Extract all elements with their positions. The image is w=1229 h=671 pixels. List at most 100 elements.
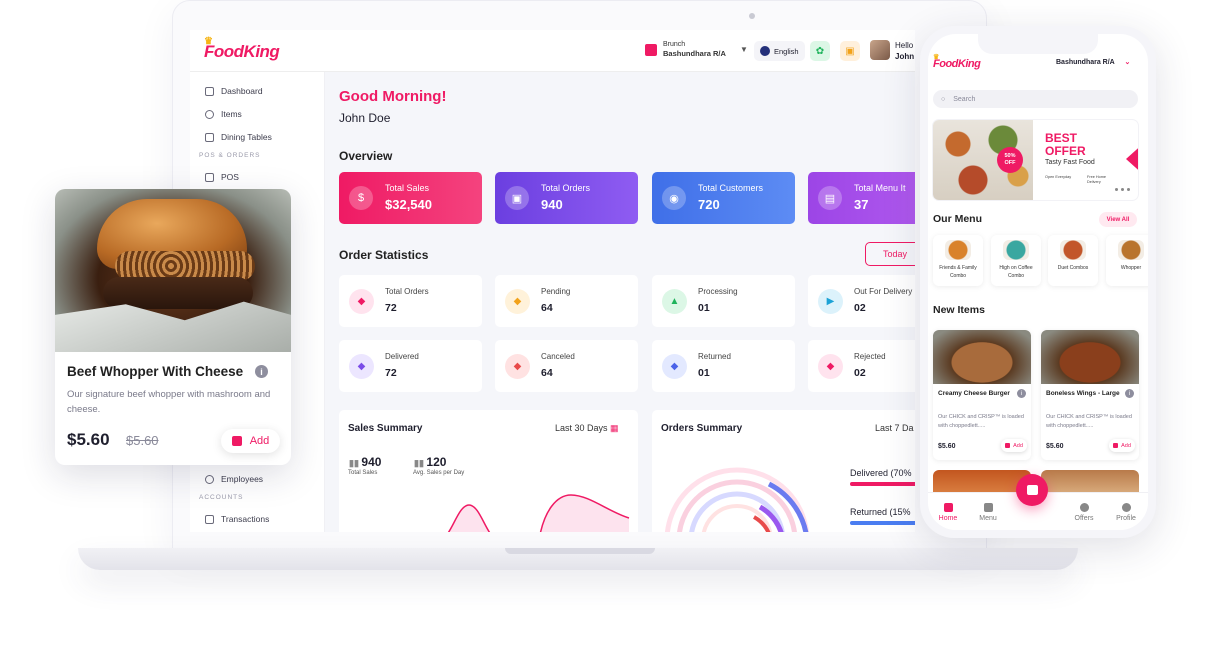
pos-icon xyxy=(205,172,214,182)
product-card[interactable]: Beef Whopper With Cheese i Our signature… xyxy=(55,189,291,465)
stat-value: 72 xyxy=(385,367,397,379)
overview-total-menu[interactable]: ▤ Total Menu It 37 xyxy=(808,172,915,224)
sidebar-item-items[interactable]: Items xyxy=(205,109,242,119)
info-icon[interactable]: i xyxy=(255,365,268,378)
returned-bar xyxy=(850,521,915,525)
greeting: Good Morning! xyxy=(339,88,447,105)
returned-legend: Returned (15% xyxy=(850,507,911,517)
order-stat-card[interactable]: ▶ Out For Delivery 02 xyxy=(808,275,915,327)
menu-category-tile[interactable]: Duet Combos xyxy=(1048,235,1098,286)
sidebar-item-pos[interactable]: POS xyxy=(205,172,239,182)
sidebar-item-dining-tables[interactable]: Dining Tables xyxy=(205,132,272,142)
item-description: Our CHICK and CRISP™ is loaded with chop… xyxy=(1046,414,1132,429)
section-accounts: ACCOUNTS xyxy=(199,494,244,501)
delivered-legend: Delivered (70% xyxy=(850,468,912,478)
menu-category-tile[interactable]: High on Coffee Combo xyxy=(991,235,1041,286)
stat-label: Canceled xyxy=(541,352,575,361)
store-icon xyxy=(645,43,657,56)
order-stat-card[interactable]: ◆ Pending 64 xyxy=(495,275,638,327)
card-label: Total Sales xyxy=(385,183,430,193)
sales-range-selector[interactable]: Last 30 Days ▦ xyxy=(555,423,619,434)
add-to-cart-button[interactable]: Add xyxy=(221,429,280,453)
marketing-stage: ♛ FoodKing Brunch Bashundhara R/A ▼ Engli… xyxy=(0,0,1229,671)
category-image xyxy=(1003,240,1029,260)
phone-frame: ♛ FoodKing Bashundhara R/A ⌄ ○ Search 50%… xyxy=(920,26,1156,538)
tab-menu[interactable]: Menu xyxy=(968,503,1008,522)
sidebar-item-employees[interactable]: Employees xyxy=(205,474,263,484)
menu-category-tile[interactable]: Whopper xyxy=(1106,235,1148,286)
order-stat-card[interactable]: ◆ Total Orders 72 xyxy=(339,275,482,327)
order-stat-card[interactable]: ◆ Delivered 72 xyxy=(339,340,482,392)
language-selector[interactable]: English xyxy=(754,41,805,61)
menu-category-tile[interactable]: Friends & Family Combo xyxy=(933,235,983,286)
pos-shortcut-icon[interactable]: ✿ xyxy=(810,41,830,61)
stat-icon: ◆ xyxy=(818,354,843,379)
offer-banner[interactable]: 50% OFF BEST OFFER Tasty Fast Food Open Ev… xyxy=(933,120,1138,200)
stat-label: Out For Delivery xyxy=(854,287,913,296)
order-stat-card[interactable]: ◆ Canceled 64 xyxy=(495,340,638,392)
bag-icon xyxy=(1005,443,1011,448)
menu-doc-icon: ▤ xyxy=(818,186,842,210)
mobile-branch-selector[interactable]: Bashundhara R/A ⌄ xyxy=(1056,58,1130,66)
phone-notch xyxy=(978,34,1098,54)
stat-icon: ◆ xyxy=(349,354,374,379)
sidebar-item-transactions[interactable]: Transactions xyxy=(205,514,269,524)
info-icon[interactable]: i xyxy=(1125,389,1134,398)
item-add-button[interactable]: Add xyxy=(1001,439,1027,452)
tab-offers[interactable]: Offers xyxy=(1064,503,1104,522)
orders-range-selector[interactable]: Last 7 Da xyxy=(875,423,914,433)
search-input[interactable]: ○ Search xyxy=(933,90,1138,108)
new-item-card[interactable]: Boneless Wings - Large i Our CHICK and CRI… xyxy=(1041,330,1139,460)
stat-icon: ▲ xyxy=(662,289,687,314)
laptop-notch xyxy=(505,548,655,554)
stat-value: 01 xyxy=(698,367,710,379)
stat-value: 02 xyxy=(854,302,866,314)
view-all-button[interactable]: View All xyxy=(1099,212,1137,227)
bag-icon xyxy=(1026,485,1038,495)
transactions-icon xyxy=(205,514,214,524)
items-icon xyxy=(205,109,214,119)
user-icon xyxy=(205,474,214,484)
category-image xyxy=(1060,240,1086,260)
mobile-brand-logo[interactable]: ♛ FoodKing xyxy=(933,54,981,70)
card-value: 940 xyxy=(541,197,563,212)
main-content: Good Morning! John Doe Overview $ Total … xyxy=(325,72,915,532)
banner-next-arrow[interactable] xyxy=(1126,141,1138,177)
banner-subtitle: Tasty Fast Food xyxy=(1045,159,1095,166)
overview-title: Overview xyxy=(339,149,393,163)
today-filter-button[interactable]: Today xyxy=(865,242,915,266)
info-icon[interactable]: i xyxy=(1017,389,1026,398)
menu-icon xyxy=(983,503,993,512)
home-icon xyxy=(943,503,953,512)
bag-icon xyxy=(1113,443,1119,448)
tab-home[interactable]: Home xyxy=(928,503,968,522)
calendar-icon: ▦ xyxy=(610,423,619,433)
item-photo xyxy=(933,330,1031,384)
overview-total-sales[interactable]: $ Total Sales $32,540 xyxy=(339,172,482,224)
order-stat-card[interactable]: ▲ Processing 01 xyxy=(652,275,795,327)
section-pos-orders: POS & ORDERS xyxy=(199,152,261,159)
new-item-card[interactable]: Creamy Cheese Burger i Our CHICK and CRISP… xyxy=(933,330,1031,460)
branch-name: Bashundhara R/A xyxy=(663,49,726,58)
order-stat-card[interactable]: ◆ Rejected 02 xyxy=(808,340,915,392)
carousel-dots[interactable] xyxy=(1115,188,1130,191)
category-label: High on Coffee Combo xyxy=(999,265,1033,279)
user-greeting[interactable]: Hello John xyxy=(895,40,914,62)
overview-total-customers[interactable]: ◉ Total Customers 720 xyxy=(652,172,795,224)
order-stat-card[interactable]: ◆ Returned 01 xyxy=(652,340,795,392)
avg-sales-label: Avg. Sales per Day xyxy=(413,470,465,476)
orders-shortcut-icon[interactable]: ▣ xyxy=(840,41,860,61)
brand-logo[interactable]: ♛ FoodKing xyxy=(204,36,280,62)
sidebar-item-dashboard[interactable]: Dashboard xyxy=(205,86,263,96)
stat-value: 64 xyxy=(541,302,553,314)
banner-open-everyday: Open Everyday xyxy=(1045,175,1072,179)
tab-profile[interactable]: Profile xyxy=(1106,503,1146,522)
orders-summary-panel: Orders Summary Last 7 Da Delivered (70% … xyxy=(652,410,915,532)
branch-selector[interactable]: Brunch Bashundhara R/A ▼ xyxy=(645,40,748,59)
our-menu-title: Our Menu xyxy=(933,213,982,225)
avatar[interactable] xyxy=(870,40,890,60)
order-statistics-title: Order Statistics xyxy=(339,248,429,262)
overview-total-orders[interactable]: ▣ Total Orders 940 xyxy=(495,172,638,224)
item-add-button[interactable]: Add xyxy=(1109,439,1135,452)
cart-button[interactable] xyxy=(1016,474,1048,506)
